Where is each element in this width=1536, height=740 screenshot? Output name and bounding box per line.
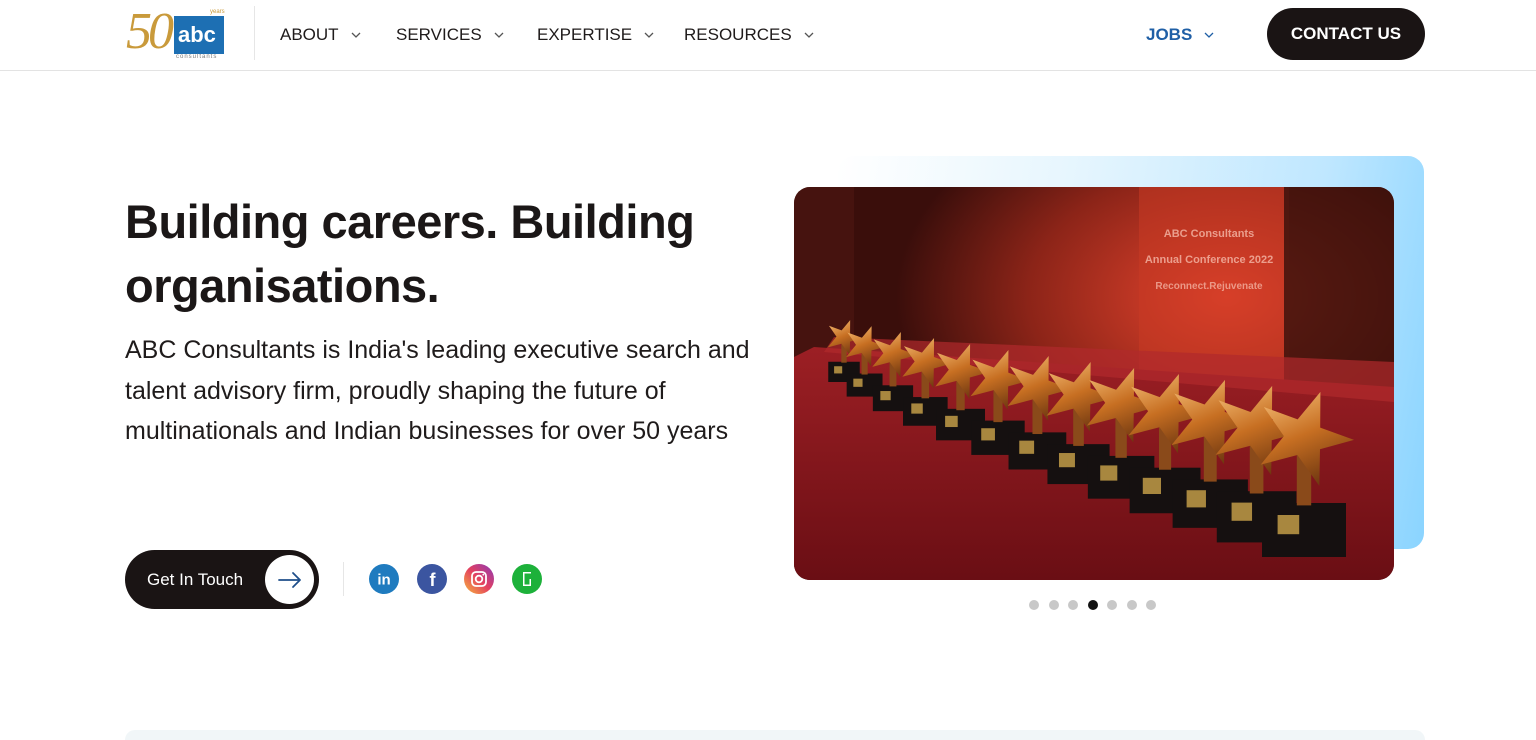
site-header: 50 abc years consultants ABOUT SERVICES …: [0, 0, 1536, 71]
logo-number: 50: [126, 3, 174, 60]
carousel-dot[interactable]: [1107, 600, 1117, 610]
carousel-dot[interactable]: [1068, 600, 1078, 610]
banner-line-2: Annual Conference 2022: [1145, 254, 1273, 266]
nav-item-resources[interactable]: RESOURCES: [684, 0, 814, 70]
chevron-down-icon: [351, 32, 361, 38]
logo-tag: years: [210, 9, 225, 15]
arrow-right-icon: [277, 571, 301, 588]
carousel-dot[interactable]: [1146, 600, 1156, 610]
nav-item-label: ABOUT: [280, 25, 339, 44]
chevron-down-icon: [494, 32, 504, 38]
header-divider: [254, 6, 255, 60]
contact-us-button[interactable]: CONTACT US: [1267, 8, 1425, 60]
nav-item-label: SERVICES: [396, 25, 482, 44]
award-trophies-photo: ABC Consultants Annual Conference 2022 R…: [794, 187, 1394, 580]
next-section-edge: [125, 730, 1425, 740]
linkedin-icon[interactable]: in: [369, 564, 399, 594]
cta-arrow-circle: [265, 555, 314, 604]
get-in-touch-button[interactable]: Get In Touch: [125, 550, 319, 609]
carousel-dot[interactable]: [1029, 600, 1039, 610]
hero-description: ABC Consultants is India's leading execu…: [125, 336, 750, 445]
carousel-dot[interactable]: [1087, 600, 1098, 610]
nav-item-label: RESOURCES: [684, 25, 792, 44]
nav-item-jobs[interactable]: JOBS: [1146, 0, 1214, 70]
nav-item-label: EXPERTISE: [537, 25, 633, 44]
chevron-down-icon: [804, 32, 814, 38]
carousel-dots: [1029, 600, 1156, 610]
nav-item-expertise[interactable]: EXPERTISE: [537, 0, 654, 70]
nav-jobs-label: JOBS: [1146, 25, 1193, 44]
chevron-down-icon: [644, 32, 654, 38]
banner-line-3: Reconnect.Rejuvenate: [1155, 281, 1263, 292]
glassdoor-icon[interactable]: [512, 564, 542, 594]
social-divider: [343, 562, 344, 596]
chevron-down-icon: [1204, 32, 1214, 38]
svg-text:f: f: [430, 570, 437, 590]
facebook-icon[interactable]: f: [417, 564, 447, 594]
get-in-touch-label: Get In Touch: [147, 570, 244, 589]
carousel-dot[interactable]: [1048, 600, 1059, 610]
hero-title: Building careers. Building organisations…: [125, 195, 695, 312]
banner-line-1: ABC Consultants: [1164, 228, 1254, 240]
nav-item-about[interactable]: ABOUT: [280, 0, 361, 70]
instagram-icon[interactable]: [464, 564, 494, 594]
abc-50-years-logo[interactable]: 50 abc years consultants: [126, 3, 226, 60]
logo-name: abc: [178, 22, 216, 47]
nav-item-services[interactable]: SERVICES: [396, 0, 504, 70]
carousel-dot[interactable]: [1126, 600, 1137, 610]
logo-sub: consultants: [176, 54, 218, 60]
svg-text:in: in: [377, 572, 390, 589]
